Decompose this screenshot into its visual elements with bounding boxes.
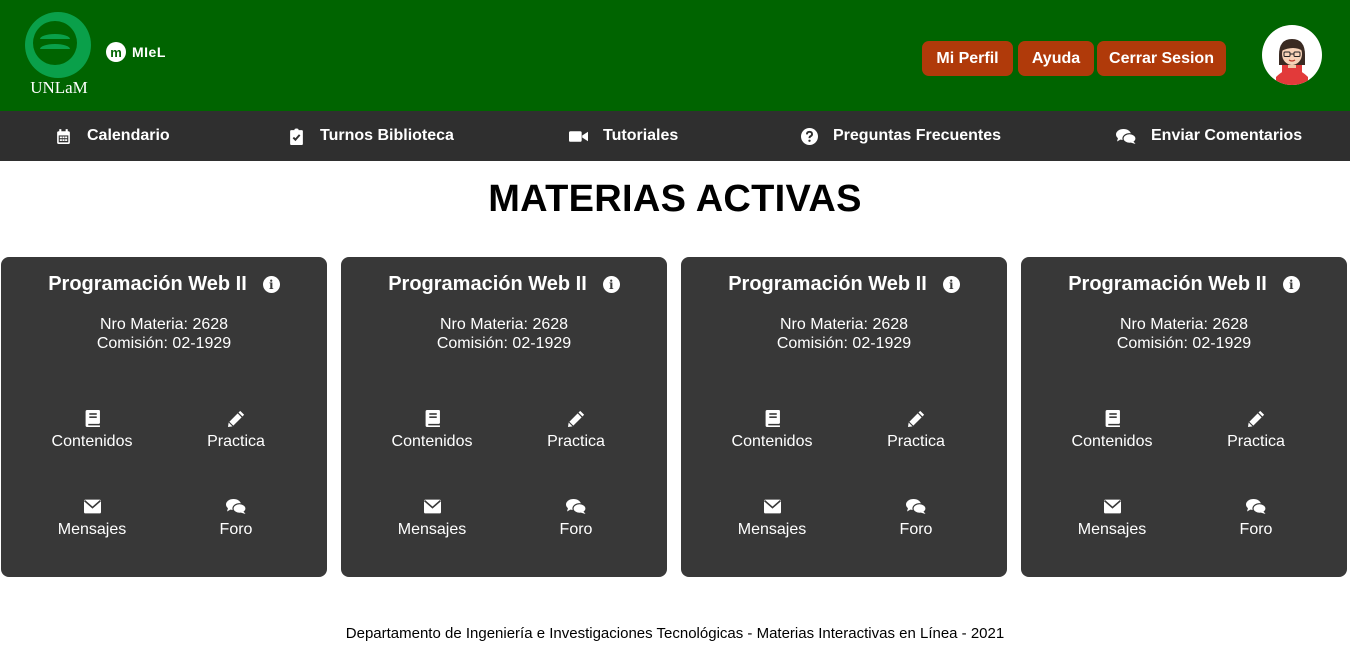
course-number: Nro Materia: 2628 <box>99 316 229 333</box>
ayuda-button[interactable]: Ayuda <box>1018 41 1094 76</box>
info-icon[interactable]: i <box>262 276 280 293</box>
video-icon <box>569 130 588 142</box>
practica-link[interactable]: Practica <box>856 410 976 451</box>
foro-link[interactable]: Foro <box>1196 498 1316 539</box>
pencil-icon <box>907 410 924 427</box>
header: UNLaM m MIeL Mi Perfil Ayuda Cerrar Sesi… <box>0 0 1350 111</box>
unlam-logo-text: UNLaM <box>30 78 88 97</box>
mensajes-label: Mensajes <box>397 521 467 538</box>
course-title: Programación Web II <box>728 273 927 295</box>
nav-item-tutoriales[interactable]: Tutoriales <box>569 111 678 161</box>
mensajes-label: Mensajes <box>1077 521 1147 538</box>
comments-icon <box>226 499 246 514</box>
mensajes-link[interactable]: Mensajes <box>32 498 152 539</box>
contenidos-link[interactable]: Contenidos <box>1052 410 1172 451</box>
foro-link[interactable]: Foro <box>176 498 296 539</box>
mensajes-label: Mensajes <box>737 521 807 538</box>
book-icon <box>425 410 440 427</box>
practica-link[interactable]: Practica <box>516 410 636 451</box>
pencil-icon <box>1247 410 1264 427</box>
foro-link[interactable]: Foro <box>856 498 976 539</box>
comments-icon <box>906 499 926 514</box>
contenidos-link[interactable]: Contenidos <box>712 410 832 451</box>
course-commission: Comisión: 02-1929 <box>1116 335 1252 352</box>
nav-label-turnos-biblioteca: Turnos Biblioteca <box>320 127 454 144</box>
envelope-icon <box>83 499 101 514</box>
pencil-icon <box>227 410 244 427</box>
info-icon[interactable]: i <box>942 276 960 293</box>
contenidos-label: Contenidos <box>51 433 133 450</box>
course-number: Nro Materia: 2628 <box>779 316 909 333</box>
nav-item-enviar-comentarios[interactable]: Enviar Comentarios <box>1116 111 1302 161</box>
pencil-icon <box>567 410 584 427</box>
foro-label: Foro <box>1239 521 1273 538</box>
comments-icon <box>1246 499 1266 514</box>
course-card: Programación Web II i Nro Materia: 2628 … <box>1021 257 1347 577</box>
course-card: Programación Web II i Nro Materia: 2628 … <box>681 257 1007 577</box>
practica-link[interactable]: Practica <box>1196 410 1316 451</box>
user-avatar-icon <box>1276 39 1308 85</box>
envelope-icon <box>763 499 781 514</box>
mensajes-label: Mensajes <box>57 521 127 538</box>
course-commission: Comisión: 02-1929 <box>776 335 912 352</box>
nav-label-preguntas-frecuentes: Preguntas Frecuentes <box>833 127 1002 144</box>
envelope-icon <box>1103 499 1121 514</box>
envelope-icon <box>423 499 441 514</box>
practica-label: Practica <box>887 433 945 450</box>
question-circle-icon <box>801 127 818 145</box>
contenidos-label: Contenidos <box>731 433 813 450</box>
practica-label: Practica <box>547 433 605 450</box>
practica-label: Practica <box>207 433 265 450</box>
book-icon <box>765 410 780 427</box>
mensajes-link[interactable]: Mensajes <box>1052 498 1172 539</box>
avatar[interactable] <box>1262 25 1322 85</box>
contenidos-link[interactable]: Contenidos <box>372 410 492 451</box>
clipboard-check-icon <box>290 128 303 145</box>
nav-item-turnos-biblioteca[interactable]: Turnos Biblioteca <box>288 111 454 161</box>
practica-link[interactable]: Practica <box>176 410 296 451</box>
mi-perfil-button[interactable]: Mi Perfil <box>922 41 1013 76</box>
course-title: Programación Web II <box>1068 273 1267 295</box>
course-title: Programación Web II <box>388 273 587 295</box>
course-title: Programación Web II <box>48 273 247 295</box>
miel-logo-text: MIeL <box>132 44 166 60</box>
miel-logo[interactable]: m MIeL <box>106 41 166 63</box>
course-commission: Comisión: 02-1929 <box>96 335 232 352</box>
main-nav: Calendario Turnos Biblioteca Tutoriales … <box>0 111 1350 161</box>
comments-icon <box>1116 128 1136 144</box>
nav-item-preguntas-frecuentes[interactable]: Preguntas Frecuentes <box>801 111 1001 161</box>
nav-label-enviar-comentarios: Enviar Comentarios <box>1151 127 1303 144</box>
foro-label: Foro <box>559 521 593 538</box>
course-card: Programación Web II i Nro Materia: 2628 … <box>1 257 327 577</box>
page-title: MATERIAS ACTIVAS <box>488 178 862 220</box>
footer-text: Departamento de Ingeniería e Investigaci… <box>345 625 1005 642</box>
practica-label: Practica <box>1227 433 1285 450</box>
nav-label-calendario: Calendario <box>87 127 170 144</box>
book-icon <box>1105 410 1120 427</box>
course-card: Programación Web II i Nro Materia: 2628 … <box>341 257 667 577</box>
course-number: Nro Materia: 2628 <box>1119 316 1249 333</box>
mensajes-link[interactable]: Mensajes <box>712 498 832 539</box>
book-icon <box>85 410 100 427</box>
miel-badge-icon: m <box>106 42 126 62</box>
cerrar-sesion-button[interactable]: Cerrar Sesion <box>1097 41 1226 76</box>
foro-label: Foro <box>219 521 253 538</box>
contenidos-label: Contenidos <box>391 433 473 450</box>
course-commission: Comisión: 02-1929 <box>436 335 572 352</box>
nav-label-tutoriales: Tutoriales <box>603 127 679 144</box>
info-icon[interactable]: i <box>1282 276 1300 293</box>
foro-label: Foro <box>899 521 933 538</box>
comments-icon <box>566 499 586 514</box>
contenidos-label: Contenidos <box>1071 433 1153 450</box>
contenidos-link[interactable]: Contenidos <box>32 410 152 451</box>
info-icon[interactable]: i <box>602 276 620 293</box>
calendar-icon <box>57 128 70 144</box>
foro-link[interactable]: Foro <box>516 498 636 539</box>
mensajes-link[interactable]: Mensajes <box>372 498 492 539</box>
unlam-logo[interactable]: UNLaM <box>22 10 96 100</box>
nav-item-calendario[interactable]: Calendario <box>55 111 170 161</box>
course-number: Nro Materia: 2628 <box>439 316 569 333</box>
